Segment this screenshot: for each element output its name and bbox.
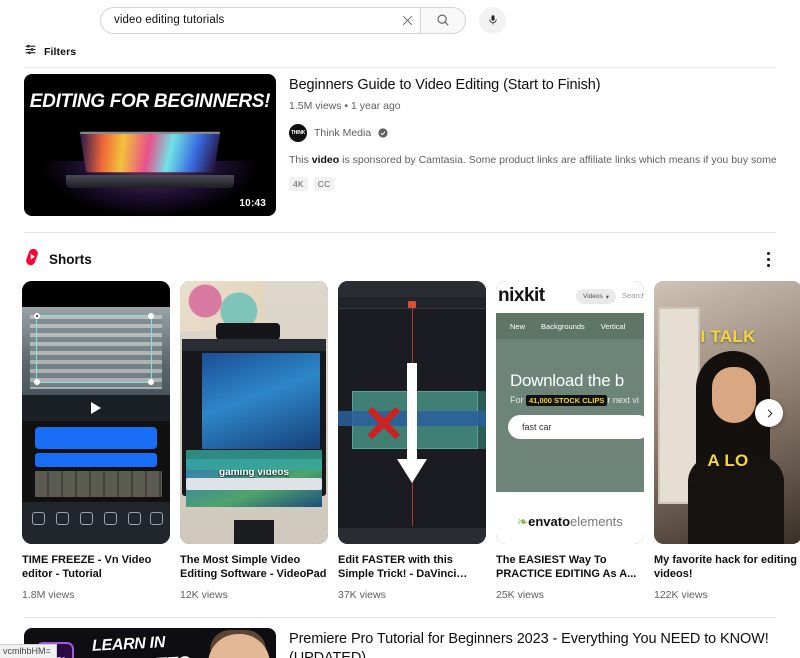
shorts-item[interactable]: I TALK A LO My favorite hack for editing… bbox=[654, 281, 800, 601]
stock-clips-highlight: 41,000 STOCK CLIPS bbox=[526, 395, 608, 406]
hero-nav: New Backgrounds Vertical bbox=[496, 313, 644, 339]
shorts-thumbnail[interactable]: nixkit Videos ▾ Search New Backgrounds V… bbox=[496, 281, 644, 544]
shorts-thumbnail[interactable]: gaming videos bbox=[180, 281, 328, 544]
shorts-title-text[interactable]: TIME FREEZE - Vn Video editor - Tutorial bbox=[22, 553, 170, 582]
hero-headline: Download the b bbox=[510, 371, 624, 390]
shorts-views: 37K views bbox=[338, 589, 386, 601]
video-thumbnail-2[interactable]: Pr LEARN IN 17 MINUTES bbox=[24, 628, 276, 658]
video-duration-badge: 10:43 bbox=[235, 197, 270, 210]
channel-name[interactable]: Think Media bbox=[314, 127, 371, 139]
shorts-overlay-bottom: A LO bbox=[707, 451, 749, 470]
channel-avatar: THINK bbox=[289, 124, 307, 143]
video-meta: Beginners Guide to Video Editing (Start … bbox=[289, 74, 776, 216]
desc-rest: is sponsored by Camtasia. Some product l… bbox=[342, 154, 776, 167]
video-meta-2: Premiere Pro Tutorial for Beginners 2023… bbox=[289, 628, 776, 658]
status-url-tooltip: vcmlhbHM= bbox=[0, 644, 57, 658]
shorts-title-text[interactable]: The Most Simple Video Editing Software -… bbox=[180, 553, 328, 582]
shorts-thumbnail[interactable] bbox=[22, 281, 170, 544]
shorts-item[interactable]: gaming videos The Most Simple Video Edit… bbox=[180, 281, 328, 601]
envato-elements-logo: ❧envatoelements bbox=[496, 514, 644, 530]
desc-prefix: This bbox=[289, 154, 312, 167]
search-area bbox=[100, 6, 506, 34]
video-title-2[interactable]: Premiere Pro Tutorial for Beginners 2023… bbox=[289, 630, 776, 658]
video-title[interactable]: Beginners Guide to Video Editing (Start … bbox=[289, 76, 776, 95]
search-box[interactable] bbox=[100, 6, 420, 34]
sub-after: r next vi bbox=[607, 395, 639, 405]
channel-row[interactable]: THINK Think Media bbox=[289, 124, 388, 143]
nav-vertical: Vertical bbox=[600, 321, 626, 331]
thumbnail-text-line1: LEARN IN bbox=[91, 634, 166, 655]
dropdown-label: Videos bbox=[582, 293, 603, 300]
thumbnail-headline: EDITING FOR BEGINNERS! bbox=[29, 91, 271, 112]
hero-search-input[interactable]: fast car bbox=[508, 415, 644, 439]
kebab-menu-icon[interactable] bbox=[758, 247, 778, 271]
hero-subline: For 41,000 STOCK CLIPS r next vi bbox=[510, 395, 639, 406]
top-search-bar bbox=[0, 0, 800, 40]
badge-4k: 4K bbox=[289, 177, 308, 192]
shorts-views: 1.8M views bbox=[22, 589, 75, 601]
filters-label: Filters bbox=[44, 46, 77, 58]
shorts-list: TIME FREEZE - Vn Video editor - Tutorial… bbox=[0, 281, 800, 601]
desc-bold-term: video bbox=[311, 154, 340, 167]
shorts-logo-icon bbox=[24, 248, 40, 271]
elements-light: elements bbox=[570, 514, 623, 529]
video-thumbnail[interactable]: EDITING FOR BEGINNERS! 10:43 bbox=[24, 74, 276, 216]
shorts-title-text[interactable]: Edit FASTER with this Simple Trick! - Da… bbox=[338, 553, 486, 582]
shorts-item[interactable]: TIME FREEZE - Vn Video editor - Tutorial… bbox=[22, 281, 170, 601]
videos-dropdown[interactable]: Videos ▾ bbox=[576, 289, 616, 304]
verified-check-icon bbox=[378, 128, 388, 138]
voice-search-button[interactable] bbox=[479, 6, 506, 34]
clear-search-icon[interactable] bbox=[394, 7, 420, 33]
shorts-shelf-header: Shorts bbox=[0, 233, 800, 281]
sub-before: For bbox=[510, 395, 527, 405]
nav-backgrounds: Backgrounds bbox=[541, 321, 585, 331]
search-placeholder-text: Search bbox=[622, 291, 644, 300]
chevron-down-icon: ▾ bbox=[605, 293, 610, 301]
video-stats: 1.5M views • 1 year ago bbox=[289, 100, 401, 113]
shorts-overlay-top: I TALK bbox=[700, 327, 756, 346]
youtube-search-results-page: Filters EDITING FOR BEGINNERS! 10:43 Beg… bbox=[0, 0, 800, 658]
filters-button[interactable]: Filters bbox=[0, 40, 76, 67]
search-submit-button[interactable] bbox=[420, 6, 466, 34]
video-result-item: EDITING FOR BEGINNERS! 10:43 Beginners G… bbox=[0, 68, 800, 216]
shorts-item[interactable]: ✕ Edit FASTER with this Simple Trick! - … bbox=[338, 281, 486, 601]
video-badges: 4K CC bbox=[289, 177, 776, 192]
video-result-item-2: Pr LEARN IN 17 MINUTES Premiere Pro Tuto… bbox=[0, 618, 800, 658]
shorts-item[interactable]: nixkit Videos ▾ Search New Backgrounds V… bbox=[496, 281, 644, 601]
video-description: This video is sponsored by Camtasia. Som… bbox=[289, 153, 776, 167]
shorts-title: Shorts bbox=[49, 251, 92, 267]
envato-bold: envato bbox=[528, 514, 571, 529]
leaf-icon: ❧ bbox=[517, 514, 529, 529]
nav-new: New bbox=[510, 321, 526, 331]
nixkit-brand-logo: nixkit bbox=[498, 285, 545, 306]
shorts-next-button[interactable] bbox=[755, 399, 783, 427]
shorts-views: 25K views bbox=[496, 589, 544, 601]
filters-sliders-icon bbox=[24, 43, 37, 61]
shorts-thumbnail[interactable]: ✕ bbox=[338, 281, 486, 544]
shorts-views: 122K views bbox=[654, 589, 708, 601]
shorts-views: 12K views bbox=[180, 589, 228, 601]
shorts-title-text[interactable]: My favorite hack for editing videos! bbox=[654, 553, 800, 582]
badge-cc: CC bbox=[313, 177, 335, 192]
search-input[interactable] bbox=[114, 14, 394, 26]
shorts-title-text[interactable]: The EASIEST Way To PRACTICE EDITING As A… bbox=[496, 553, 644, 582]
laptop-graphic bbox=[66, 131, 234, 188]
